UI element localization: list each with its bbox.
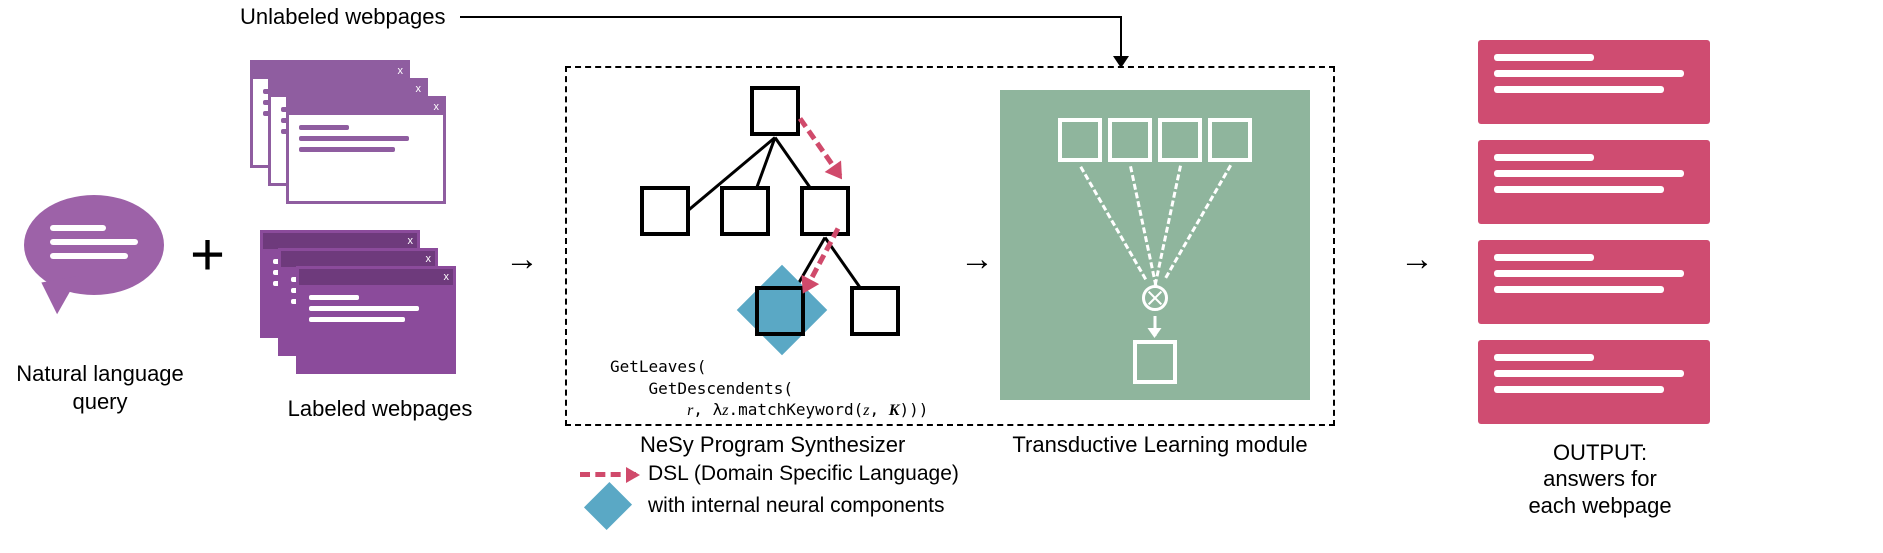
- program-tree-diagram: GetLeaves( GetDescendents( r, λz.matchKe…: [600, 86, 940, 366]
- output-card: [1478, 340, 1710, 424]
- speech-bubble-icon: [24, 195, 164, 295]
- output-cards: [1478, 40, 1710, 440]
- output-label: OUTPUT: answers for each webpage: [1500, 440, 1700, 519]
- tree-node: [800, 186, 850, 236]
- output-card: [1478, 40, 1710, 124]
- output-card: [1478, 240, 1710, 324]
- transductive-module-icon: [1000, 90, 1310, 400]
- arrow-icon: →: [505, 240, 539, 279]
- labeled-webpages-label: Labeled webpages: [280, 395, 480, 423]
- dsl-arrow-icon: [803, 227, 840, 291]
- legend-dsl-label: DSL (Domain Specific Language): [648, 462, 959, 486]
- tree-node: [720, 186, 770, 236]
- tree-node: [850, 286, 900, 336]
- dsl-arrow-icon: [798, 117, 842, 177]
- neural-component-icon: [584, 482, 632, 530]
- code-snippet: GetLeaves( GetDescendents( r, λz.matchKe…: [610, 356, 928, 422]
- legend: DSL (Domain Specific Language) with inte…: [580, 432, 1360, 524]
- dsl-arrow-icon: [580, 472, 636, 477]
- plus-icon: +: [190, 220, 225, 289]
- tree-node: [755, 286, 805, 336]
- tree-node: [640, 186, 690, 236]
- tree-node: [750, 86, 800, 136]
- unlabeled-webpages-label: Unlabeled webpages: [240, 4, 446, 30]
- output-card: [1478, 140, 1710, 224]
- arrow-icon: →: [1400, 240, 1434, 279]
- legend-neural-label: with internal neural components: [648, 494, 945, 518]
- nl-query-label: Natural language query: [10, 360, 190, 415]
- arrow-line: [460, 16, 1120, 18]
